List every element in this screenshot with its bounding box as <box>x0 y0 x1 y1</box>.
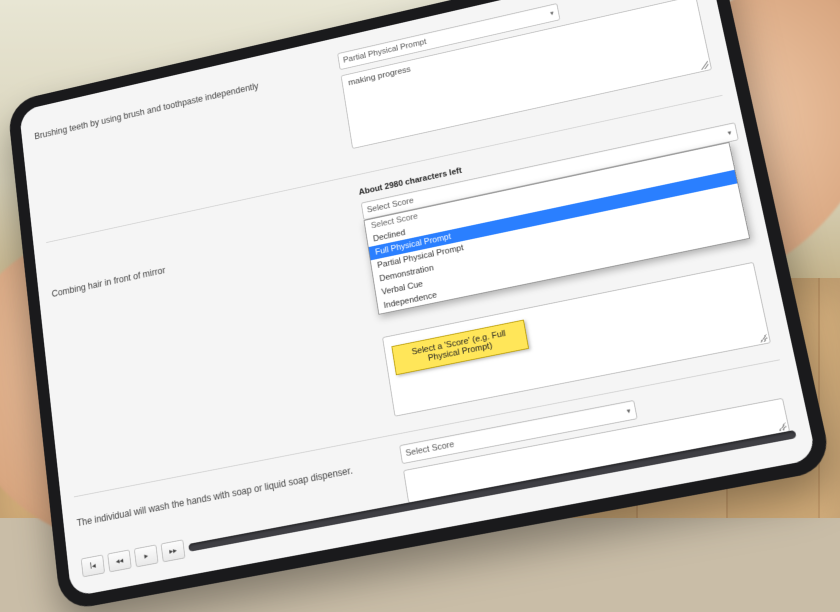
chevron-down-icon: ▾ <box>549 9 554 17</box>
rewind-button[interactable]: ◂◂ <box>107 549 131 572</box>
skip-back-button[interactable]: I◂ <box>81 555 105 578</box>
chevron-down-icon: ▾ <box>727 128 732 137</box>
chevron-down-icon: ▾ <box>626 406 631 415</box>
resize-handle-icon[interactable] <box>700 61 709 70</box>
fast-forward-button[interactable]: ▸▸ <box>161 539 186 562</box>
score-select-value: Select Score <box>405 440 455 459</box>
play-button[interactable]: ▸ <box>134 544 159 567</box>
tablet-frame: Brushing teeth by using brush and toothp… <box>7 0 833 612</box>
notes-text: making progress <box>348 65 412 87</box>
resize-handle-icon[interactable] <box>758 333 768 342</box>
